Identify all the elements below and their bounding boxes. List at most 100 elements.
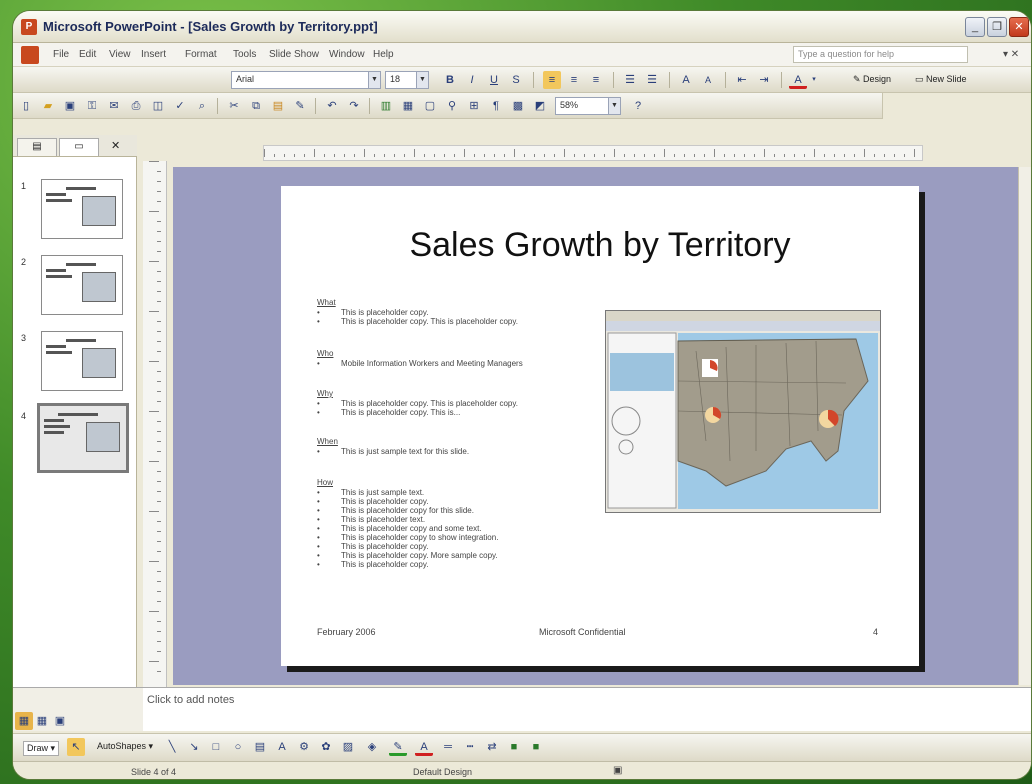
underline-button[interactable]: U [485,71,503,89]
font-color-dropdown-icon[interactable]: ▾ [809,71,819,89]
3d-style-icon[interactable]: ■ [527,738,545,756]
slide-canvas[interactable]: Sales Growth by Territory What This is p… [281,186,919,666]
slide-thumbnail-3[interactable] [41,331,123,391]
text-box-icon[interactable]: ▤ [251,738,269,756]
ruler-tick [614,149,615,157]
line-color-icon[interactable]: ✎ [389,738,407,756]
new-icon[interactable]: ▯ [17,97,35,115]
slide-show-view-icon[interactable]: ▣ [51,712,69,730]
menu-help[interactable]: Help [373,49,394,60]
slide-sorter-view-icon[interactable]: ▦ [33,712,51,730]
font-color-icon[interactable]: A [789,71,807,89]
menu-edit[interactable]: Edit [79,49,96,60]
tab-slides[interactable]: ▭ [59,138,99,156]
ruler-tick [157,391,161,392]
font-name-select[interactable]: Arial ▼ [231,71,381,89]
slide-thumbnail-4[interactable] [37,403,129,473]
copy-icon[interactable]: ⧉ [247,97,265,115]
line-icon[interactable]: ╲ [163,738,181,756]
powerpoint-app-icon[interactable]: P [21,19,37,35]
help-icon[interactable]: ? [629,97,647,115]
print-preview-icon[interactable]: ◫ [149,97,167,115]
arrow-style-icon[interactable]: ⇄ [483,738,501,756]
normal-view-icon[interactable]: ▦ [15,712,33,730]
expand-all-icon[interactable]: ⊞ [465,97,483,115]
save-icon[interactable]: ▣ [61,97,79,115]
bold-button[interactable]: B [441,71,459,89]
align-right-icon[interactable]: ≡ [587,71,605,89]
decrease-font-icon[interactable]: A [699,71,717,89]
align-center-icon[interactable]: ≡ [565,71,583,89]
paste-icon[interactable]: ▤ [269,97,287,115]
slide-thumbnail-2[interactable] [41,255,123,315]
menu-tools[interactable]: Tools [233,49,256,60]
tab-outline[interactable]: ▤ [17,138,57,156]
diagram-icon[interactable]: ⚙ [295,738,313,756]
select-objects-icon[interactable]: ↖ [67,738,85,756]
new-slide-button[interactable]: ▭ New Slide [915,74,967,85]
show-formatting-icon[interactable]: ¶ [487,97,505,115]
open-icon[interactable]: ▰ [39,97,57,115]
arrow-icon[interactable]: ↘ [185,738,203,756]
slide-title[interactable]: Sales Growth by Territory [281,226,919,265]
tables-borders-icon[interactable]: ▢ [421,97,439,115]
italic-button[interactable]: I [463,71,481,89]
close-pane-icon[interactable]: ✕ [111,139,120,152]
shadow-button[interactable]: S [507,71,525,89]
email-icon[interactable]: ✉ [105,97,123,115]
map-screenshot-image[interactable] [605,310,881,513]
redo-icon[interactable]: ↷ [345,97,363,115]
ruler-tick [157,271,161,272]
restore-button[interactable]: ❐ [987,17,1007,37]
insert-table-icon[interactable]: ▦ [399,97,417,115]
grid-icon[interactable]: ▩ [509,97,527,115]
spelling-icon[interactable]: ✓ [171,97,189,115]
shadow-style-icon[interactable]: ■ [505,738,523,756]
zoom-select[interactable]: 58% ▼ [555,97,621,115]
insert-picture-icon[interactable]: ▨ [339,738,357,756]
increase-font-icon[interactable]: A [677,71,695,89]
decrease-indent-icon[interactable]: ⇤ [733,71,751,89]
menu-view[interactable]: View [109,49,131,60]
undo-icon[interactable]: ↶ [323,97,341,115]
font-size-select[interactable]: 18 ▼ [385,71,429,89]
close-window-icon[interactable]: ▾ ✕ [1003,49,1019,60]
clip-art-icon[interactable]: ✿ [317,738,335,756]
permission-icon[interactable]: ⚿ [83,97,101,115]
numbering-icon[interactable]: ☰ [621,71,639,89]
align-left-icon[interactable]: ≡ [543,71,561,89]
design-button[interactable]: ✎ Design [853,74,891,85]
autoshapes-button[interactable]: AutoShapes ▾ [97,741,153,752]
close-button[interactable]: ✕ [1009,17,1029,37]
vertical-scrollbar[interactable] [1018,167,1031,685]
document-icon[interactable] [21,46,39,64]
menu-window[interactable]: Window [329,49,365,60]
dash-style-icon[interactable]: ┅ [461,738,479,756]
line-style-icon[interactable]: ═ [439,738,457,756]
notes-pane[interactable]: Click to add notes [143,687,1031,731]
draw-font-color-icon[interactable]: A [415,738,433,756]
fill-color-icon[interactable]: ◈ [363,738,381,756]
draw-menu-button[interactable]: Draw ▾ [23,741,60,756]
ruler-tick [484,154,485,157]
menu-slide-show[interactable]: Slide Show [269,49,319,60]
format-painter-icon[interactable]: ✎ [291,97,309,115]
insert-chart-icon[interactable]: ▥ [377,97,395,115]
ruler-tick [714,149,715,157]
menu-insert[interactable]: Insert [141,49,166,60]
wordart-icon[interactable]: A [273,738,291,756]
menu-file[interactable]: File [53,49,69,60]
bullets-icon[interactable]: ☰ [643,71,661,89]
oval-icon[interactable]: ○ [229,738,247,756]
print-icon[interactable]: ⎙ [127,97,145,115]
increase-indent-icon[interactable]: ⇥ [755,71,773,89]
insert-hyperlink-icon[interactable]: ⚲ [443,97,461,115]
slide-thumbnail-1[interactable] [41,179,123,239]
color-grayscale-icon[interactable]: ◩ [531,97,549,115]
help-search-input[interactable]: Type a question for help [793,46,968,63]
rectangle-icon[interactable]: □ [207,738,225,756]
research-icon[interactable]: ⌕ [193,97,211,115]
menu-format[interactable]: Format [185,49,217,60]
minimize-button[interactable]: _ [965,17,985,37]
cut-icon[interactable]: ✂ [225,97,243,115]
